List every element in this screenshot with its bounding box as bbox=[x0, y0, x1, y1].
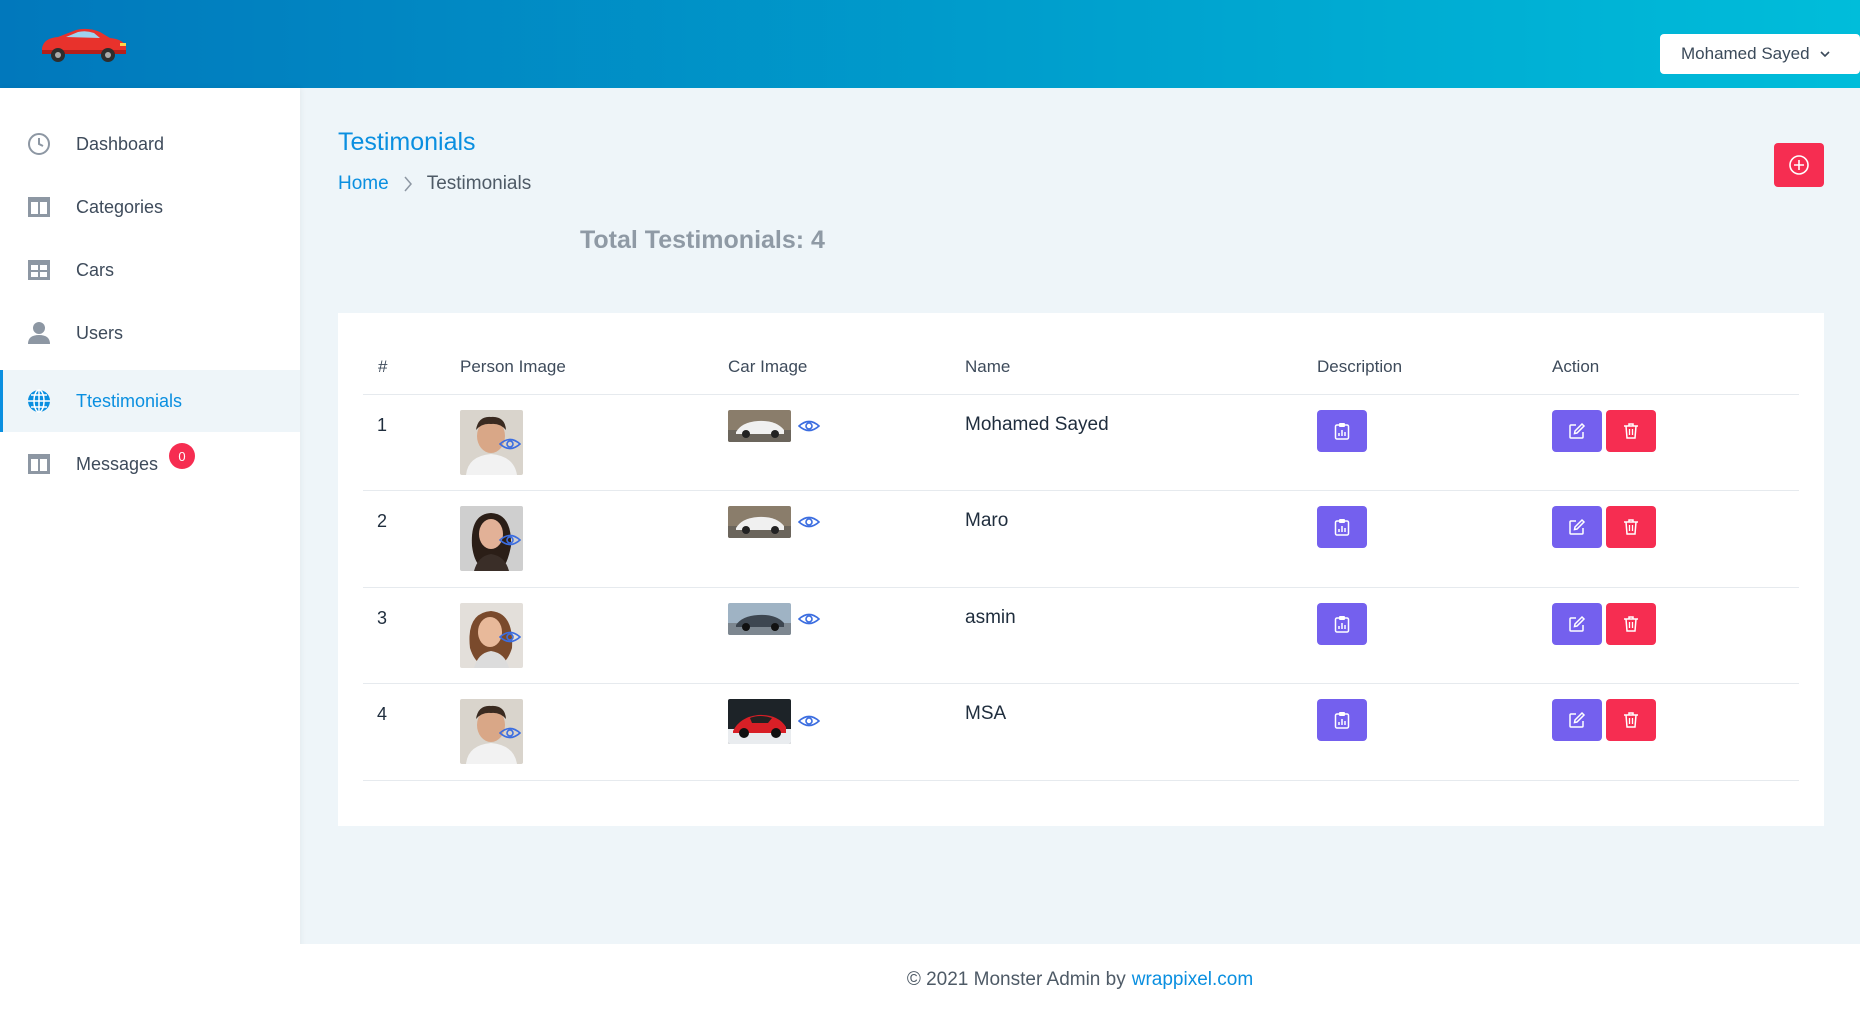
delete-button[interactable] bbox=[1606, 506, 1656, 548]
view-car-image-eye-icon[interactable] bbox=[798, 418, 820, 434]
view-description-button[interactable] bbox=[1317, 699, 1367, 741]
car-image bbox=[728, 699, 791, 744]
testimonial-name: MSA bbox=[965, 703, 1007, 724]
clipboard-chart-icon bbox=[1334, 712, 1350, 729]
view-person-image-eye-icon[interactable] bbox=[499, 532, 521, 548]
view-description-button[interactable] bbox=[1317, 603, 1367, 645]
sidebar-item-categories[interactable]: Categories bbox=[0, 176, 300, 238]
sidebar: Dashboard Categories Cars Users Ttestimo… bbox=[0, 88, 300, 1015]
table-grid-icon bbox=[26, 257, 52, 283]
view-person-image-eye-icon[interactable] bbox=[499, 436, 521, 452]
divider bbox=[363, 394, 1799, 395]
sidebar-item-label: Categories bbox=[76, 196, 164, 217]
testimonial-name: Maro bbox=[965, 510, 1009, 531]
view-person-image-eye-icon[interactable] bbox=[499, 629, 521, 645]
delete-button[interactable] bbox=[1606, 699, 1656, 741]
view-car-image-eye-icon[interactable] bbox=[798, 611, 820, 627]
divider bbox=[363, 490, 1799, 491]
sidebar-item-label: Cars bbox=[76, 259, 115, 280]
edit-button[interactable] bbox=[1552, 410, 1602, 452]
breadcrumb-home-link[interactable]: Home bbox=[338, 173, 389, 195]
delete-button[interactable] bbox=[1606, 603, 1656, 645]
plus-circle-icon bbox=[1789, 155, 1809, 175]
breadcrumb-current: Testimonials bbox=[426, 173, 532, 194]
car-logo-icon[interactable] bbox=[36, 24, 130, 64]
column-header-person-image: Person Image bbox=[460, 357, 566, 376]
sidebar-item-label: Dashboard bbox=[76, 133, 165, 154]
topbar: Mohamed Sayed bbox=[0, 0, 1860, 88]
trash-icon bbox=[1624, 519, 1638, 535]
edit-button[interactable] bbox=[1552, 603, 1602, 645]
footer: © 2021 Monster Admin by wrappixel.com bbox=[300, 944, 1860, 1015]
sidebar-item-messages[interactable]: Messages 0 bbox=[0, 433, 300, 495]
chevron-down-icon bbox=[1819, 51, 1830, 58]
row-number: 2 bbox=[377, 511, 388, 531]
trash-icon bbox=[1624, 712, 1638, 728]
edit-icon bbox=[1569, 711, 1586, 728]
edit-button[interactable] bbox=[1552, 506, 1602, 548]
sidebar-item-dashboard[interactable]: Dashboard bbox=[0, 113, 300, 175]
column-header-car-image: Car Image bbox=[728, 357, 808, 376]
clipboard-chart-icon bbox=[1334, 616, 1350, 633]
trash-icon bbox=[1624, 616, 1638, 632]
view-description-button[interactable] bbox=[1317, 410, 1367, 452]
breadcrumb: Home Testimonials bbox=[338, 173, 531, 195]
divider bbox=[363, 587, 1799, 588]
edit-icon bbox=[1569, 615, 1586, 632]
testimonial-name: asmin bbox=[965, 607, 1016, 628]
sidebar-item-testimonials[interactable]: Ttestimonials bbox=[0, 370, 300, 432]
sidebar-item-cars[interactable]: Cars bbox=[0, 239, 300, 301]
car-image bbox=[728, 410, 791, 442]
columns-icon bbox=[26, 451, 52, 477]
sidebar-item-label: Messages bbox=[76, 453, 159, 474]
user-name: Mohamed Sayed bbox=[1681, 44, 1810, 63]
row-number: 1 bbox=[377, 415, 388, 435]
edit-icon bbox=[1569, 422, 1586, 439]
testimonials-table-card: # Person Image Car Image Name Descriptio… bbox=[338, 313, 1824, 826]
clipboard-chart-icon bbox=[1334, 519, 1350, 536]
testimonial-name: Mohamed Sayed bbox=[965, 414, 1109, 435]
clock-icon bbox=[26, 131, 52, 157]
car-image bbox=[728, 506, 791, 538]
view-person-image-eye-icon[interactable] bbox=[499, 725, 521, 741]
column-header-action: Action bbox=[1552, 357, 1600, 376]
columns-icon bbox=[26, 194, 52, 220]
sidebar-item-users[interactable]: Users bbox=[0, 302, 300, 364]
add-testimonial-button[interactable] bbox=[1774, 143, 1824, 187]
row-number: 3 bbox=[377, 608, 388, 628]
trash-icon bbox=[1624, 423, 1638, 439]
car-image bbox=[728, 603, 791, 635]
view-description-button[interactable] bbox=[1317, 506, 1367, 548]
column-header-description: Description bbox=[1317, 357, 1403, 376]
user-icon bbox=[26, 320, 52, 346]
footer-link[interactable]: wrappixel.com bbox=[1132, 969, 1253, 991]
column-header-name: Name bbox=[965, 357, 1011, 376]
divider bbox=[363, 683, 1799, 684]
delete-button[interactable] bbox=[1606, 410, 1656, 452]
globe-icon bbox=[26, 388, 52, 414]
chevron-right-icon bbox=[404, 176, 412, 192]
view-car-image-eye-icon[interactable] bbox=[798, 514, 820, 530]
sidebar-item-label: Users bbox=[76, 322, 124, 343]
row-number: 4 bbox=[377, 704, 388, 724]
total-testimonials: Total Testimonials: 4 bbox=[580, 226, 825, 254]
edit-icon bbox=[1569, 518, 1586, 535]
view-car-image-eye-icon[interactable] bbox=[798, 713, 820, 729]
page-title: Testimonials bbox=[338, 128, 476, 156]
footer-text: © 2021 Monster Admin by bbox=[906, 968, 1126, 990]
messages-count-badge: 0 bbox=[169, 443, 195, 469]
clipboard-chart-icon bbox=[1334, 423, 1350, 440]
sidebar-item-label: Ttestimonials bbox=[76, 390, 183, 411]
edit-button[interactable] bbox=[1552, 699, 1602, 741]
user-menu-button[interactable]: Mohamed Sayed bbox=[1660, 34, 1860, 74]
column-header-number: # bbox=[378, 357, 388, 376]
divider bbox=[363, 780, 1799, 781]
